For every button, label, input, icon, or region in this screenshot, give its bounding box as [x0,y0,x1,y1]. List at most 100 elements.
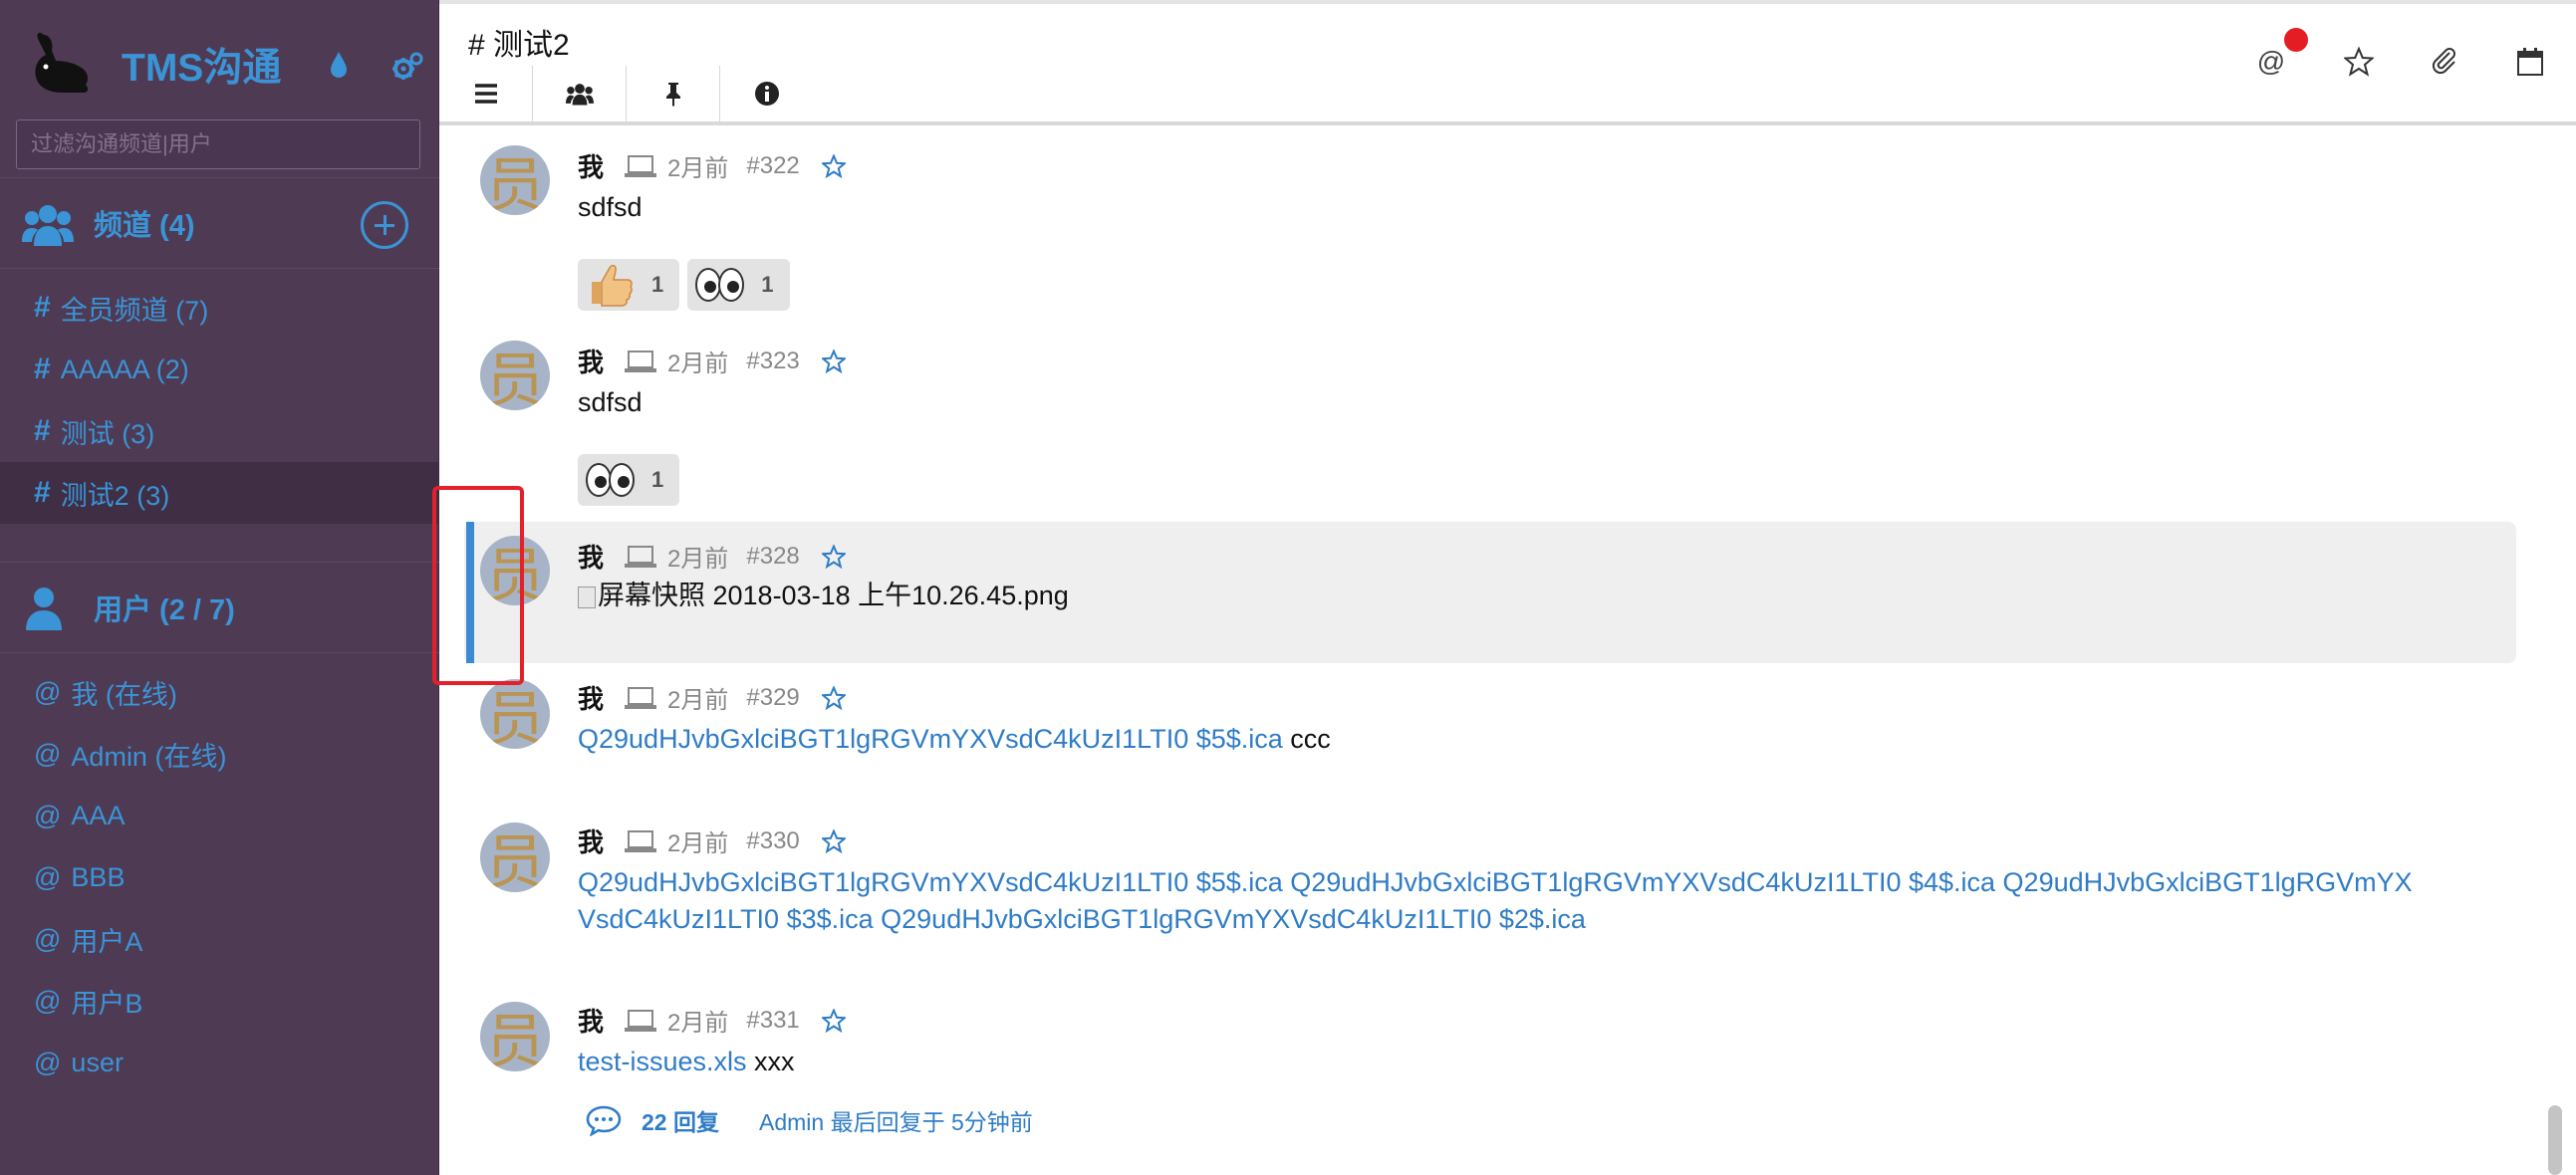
reaction-eyes[interactable]: 1 [687,259,790,311]
star-icon[interactable] [821,1008,846,1033]
at-icon: @ [34,861,62,892]
channels-header-label: 频道 (4) [94,210,195,242]
sidebar-item-channel[interactable]: # 全员频道 (7) [0,277,438,339]
star-icon[interactable] [821,349,846,373]
reaction-count: 1 [651,467,664,492]
at-icon: @ [34,923,62,954]
star-icon[interactable] [821,828,846,853]
sidebar-item-channel[interactable]: # AAAAA (2) [0,339,438,400]
message-number[interactable]: #328 [746,543,799,571]
message-author[interactable]: 我 [578,1002,604,1039]
channel-filter-input[interactable] [16,119,420,169]
scrollbar[interactable] [2548,1105,2562,1175]
star-icon[interactable] [821,153,846,178]
star-icon[interactable] [821,544,846,569]
avatar[interactable]: 员 [480,822,550,892]
hash-icon: # [34,414,51,447]
broken-image-icon [578,586,596,608]
message-author[interactable]: 我 [578,538,604,575]
sidebar-item-user[interactable]: @ 用户A [0,908,438,970]
at-icon: @ [34,985,62,1016]
star-icon[interactable] [821,685,846,710]
reaction-count: 1 [761,272,774,297]
reaction-thumbs-up[interactable]: 1 [578,259,680,311]
message-author[interactable]: 我 [578,679,604,716]
message-time: 2月前 [667,687,729,714]
thread-replies[interactable]: 22 回复 Admin 最后回复于 5分钟前 [586,1103,1033,1137]
theme-drop-icon[interactable] [328,50,350,80]
users-section-header: 用户 (2 / 7) [0,562,439,653]
image-alt-text: 屏幕快照 2018-03-18 上午10.26.45.png [598,581,1069,610]
message-meta: 我 2月前 #328 [578,538,846,575]
info-icon [755,82,779,106]
broken-image[interactable]: 屏幕快照 2018-03-18 上午10.26.45.png [578,578,1069,614]
app-title: TMS沟通 [122,47,282,90]
add-channel-button[interactable] [361,201,408,249]
menu-button[interactable] [439,66,533,121]
user-label: Admin (在线) [71,741,227,772]
members-button[interactable] [533,66,627,121]
sidebar-item-user[interactable]: @ Admin (在线) [0,723,438,785]
sidebar-item-user[interactable]: @ BBB [0,846,438,908]
sidebar-item-channel-active[interactable]: # 测试2 (3) [0,462,438,524]
reply-count[interactable]: 22 回复 [642,1103,719,1137]
channel-label: 测试 (3) [60,418,155,449]
message-author[interactable]: 我 [578,343,604,379]
calendar-button[interactable] [2514,46,2546,78]
sidebar-item-user[interactable]: @ 用户B [0,970,438,1032]
rabbit-logo-icon [35,32,89,93]
message-meta: 我 2月前 #330 [578,822,846,859]
reactions: 1 1 [578,259,790,311]
file-links-line-2[interactable]: VsdC4kUzI1LTI0 $3$.ica Q29udHJvbGxlciBGT… [578,904,1586,934]
users-header-label: 用户 (2 / 7) [94,594,235,626]
user-label: AAA [71,800,126,830]
last-reply-info: Admin 最后回复于 5分钟前 [758,1109,1033,1135]
info-button[interactable] [720,66,814,121]
message-text: Q29udHJvbGxlciBGT1lgRGVmYXVsdC4kUzI1LTI0… [578,864,2413,938]
message-author[interactable]: 我 [578,822,604,859]
avatar[interactable]: 员 [480,1002,550,1071]
avatar[interactable]: 员 [480,341,550,410]
avatar[interactable]: 员 [480,679,550,749]
message-text: sdfsd [578,387,643,417]
sidebar: TMS沟通 频道 (4) # 全员频道 (7) # AAAAA (2) [0,0,439,1175]
message-number[interactable]: #322 [746,152,799,180]
channel-label: AAAAA (2) [60,353,189,384]
message-number[interactable]: #323 [746,348,799,375]
message-number[interactable]: #331 [746,1007,799,1035]
sidebar-item-user[interactable]: @ 我 (在线) [0,661,438,723]
message-number[interactable]: #329 [746,684,799,712]
sidebar-item-user[interactable]: @ user [0,1032,438,1093]
attachments-button[interactable] [2429,46,2460,78]
user-label: user [71,1047,124,1077]
sidebar-item-user[interactable]: @ AAA [0,785,438,846]
gears-icon[interactable] [390,50,424,84]
message-meta: 我 2月前 #323 [578,343,846,379]
pinned-button[interactable] [627,66,720,121]
message-time: 2月前 [667,1010,729,1037]
header-divider [439,121,2576,125]
top-border [439,0,2576,4]
file-link[interactable]: test-issues.xls [578,1047,747,1076]
channel-title: # 测试2 [468,29,570,62]
message-suffix: ccc [1282,724,1331,754]
message-number[interactable]: #330 [746,827,799,855]
file-links-line-1[interactable]: Q29udHJvbGxlciBGT1lgRGVmYXVsdC4kUzI1LTI0… [578,867,2413,897]
file-link[interactable]: Q29udHJvbGxlciBGT1lgRGVmYXVsdC4kUzI1LTI0… [578,724,1283,754]
reaction-count: 1 [651,272,664,297]
starred-button[interactable] [2343,46,2375,78]
mention-icon[interactable]: @ [2255,46,2287,78]
channels-section-header: 频道 (4) [0,177,439,269]
at-icon: @ [34,800,62,830]
user-label: 我 (在线) [71,679,177,710]
message-time: 2月前 [667,155,729,182]
menu-icon [474,84,497,104]
calendar-icon [2517,48,2543,76]
at-icon: @ [34,1047,62,1077]
avatar[interactable]: 员 [480,145,550,215]
message-author[interactable]: 我 [578,147,604,184]
reaction-eyes[interactable]: 1 [578,454,680,506]
annotation-highlight-box [432,486,524,685]
sidebar-item-channel[interactable]: # 测试 (3) [0,400,438,462]
pin-icon [665,83,680,107]
